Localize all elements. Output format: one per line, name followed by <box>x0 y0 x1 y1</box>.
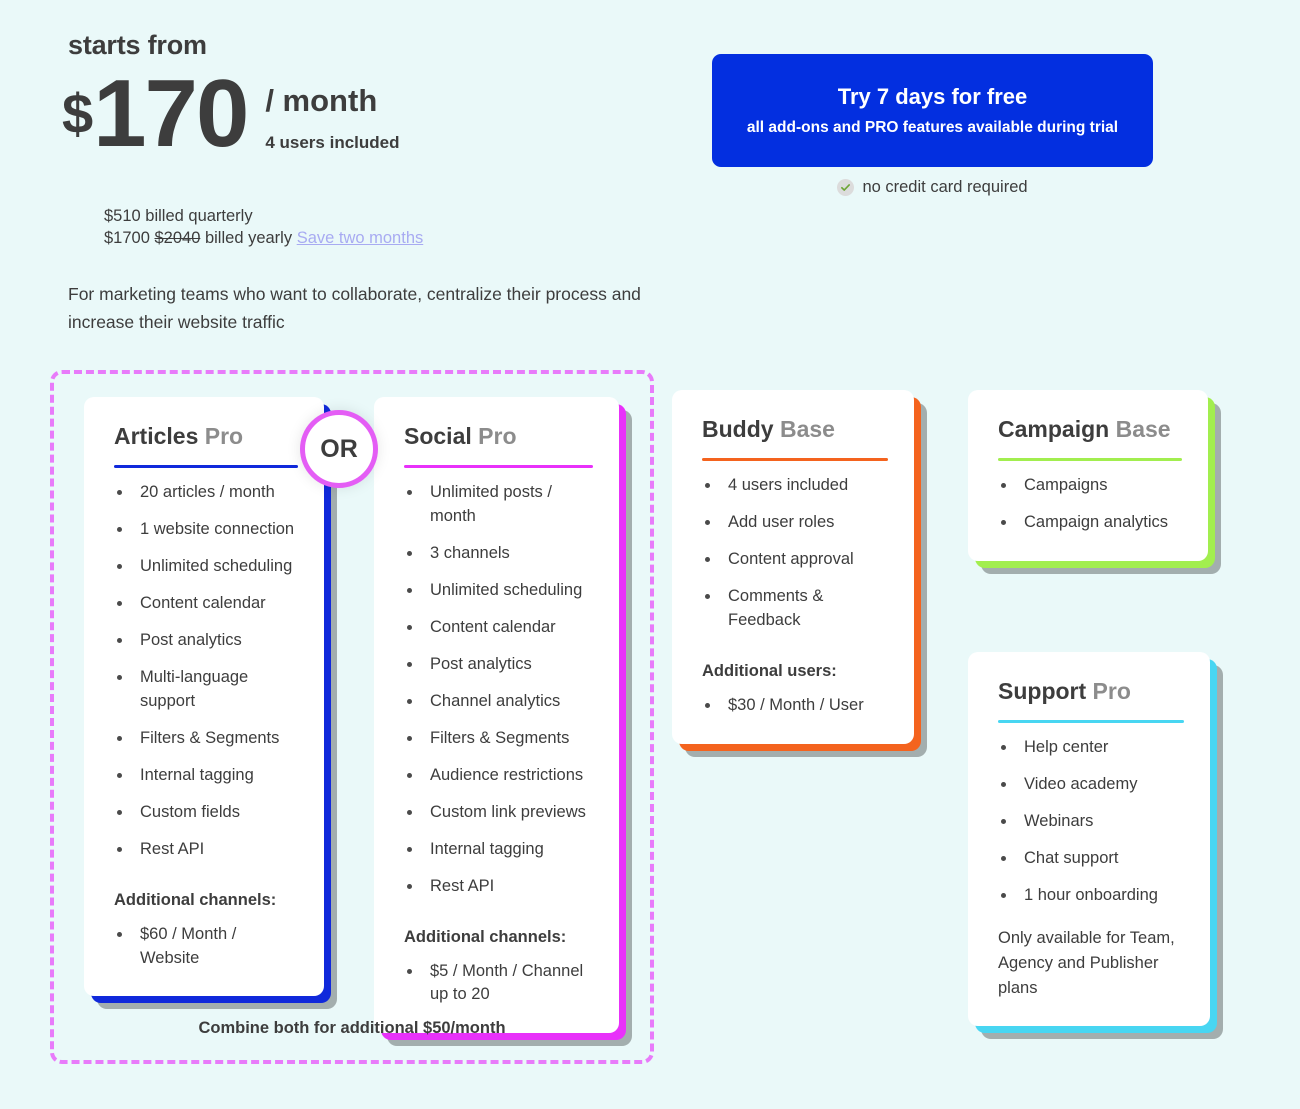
list-item: Help center <box>998 736 1184 760</box>
list-item: Campaigns <box>998 474 1182 498</box>
billing-options: $510 billed quarterly $1700 $2040 billed… <box>104 206 423 250</box>
list-item: Comments & Feedback <box>702 585 888 633</box>
list-item: Chat support <box>998 847 1184 871</box>
list-item: Custom link previews <box>404 801 593 825</box>
try-free-button[interactable]: Try 7 days for free all add-ons and PRO … <box>712 54 1153 167</box>
plan-card-social-title: Social Pro <box>404 423 593 449</box>
plan-tier: Pro <box>1092 678 1131 704</box>
save-two-months-link[interactable]: Save two months <box>297 229 424 247</box>
list-item: Add user roles <box>702 511 888 535</box>
price-details: / month 4 users included <box>265 83 400 153</box>
plan-extra-list: $60 / Month / Website <box>114 923 298 971</box>
plan-card-campaign-title: Campaign Base <box>998 416 1182 442</box>
list-item: Content approval <box>702 548 888 572</box>
or-label: OR <box>320 434 358 463</box>
plan-accent-rule <box>998 458 1182 462</box>
users-included-label: 4 users included <box>265 133 400 153</box>
plan-subhead: Additional channels: <box>114 890 277 909</box>
no-credit-card-label: no credit card required <box>862 178 1028 196</box>
plan-card-articles-title: Articles Pro <box>114 423 298 449</box>
plan-name: Social <box>404 423 472 449</box>
plan-extra-list: $30 / Month / User <box>702 694 888 718</box>
list-item: 1 website connection <box>114 518 298 542</box>
plan-name: Campaign <box>998 416 1110 442</box>
list-item: 4 users included <box>702 474 888 498</box>
plan-card-articles[interactable]: Articles Pro 20 articles / month 1 websi… <box>84 397 324 997</box>
try-free-subtitle: all add-ons and PRO features available d… <box>746 119 1119 136</box>
plan-subhead: Additional users: <box>702 662 837 681</box>
plan-tier: Pro <box>478 423 517 449</box>
list-item: Filters & Segments <box>114 727 298 751</box>
billing-yearly-suffix: billed yearly <box>204 228 293 247</box>
plan-name: Buddy <box>702 416 774 442</box>
price-block: $ 170 / month 4 users included <box>62 60 400 167</box>
check-circle-icon <box>837 179 855 196</box>
plan-tagline: For marketing teams who want to collabor… <box>68 284 641 333</box>
pricing-header: starts from $ 170 / month 4 users includ… <box>0 0 1300 360</box>
plan-accent-rule <box>702 458 888 462</box>
list-item: Filters & Segments <box>404 727 593 751</box>
list-item: Webinars <box>998 810 1184 834</box>
list-item: Content calendar <box>404 616 593 640</box>
list-item: Custom fields <box>114 801 298 825</box>
plan-feature-list: Campaigns Campaign analytics <box>998 474 1182 535</box>
list-item: Video academy <box>998 773 1184 797</box>
plan-tier: Pro <box>204 423 244 449</box>
plan-name: Support <box>998 678 1087 704</box>
billing-yearly-price: $1700 <box>104 228 150 247</box>
combine-note: Combine both for additional $50/month <box>198 1019 506 1037</box>
plan-accent-rule <box>404 465 593 469</box>
list-item: $30 / Month / User <box>702 694 888 718</box>
plan-feature-list: 4 users included Add user roles Content … <box>702 474 888 633</box>
list-item: Internal tagging <box>404 838 593 862</box>
plan-subhead: Additional channels: <box>404 927 567 946</box>
or-badge: OR <box>300 410 378 488</box>
list-item: 20 articles / month <box>114 481 298 505</box>
plan-accent-rule <box>114 465 298 469</box>
list-item: Audience restrictions <box>404 764 593 788</box>
list-item: Rest API <box>114 838 298 862</box>
try-free-title: Try 7 days for free <box>837 84 1028 109</box>
plan-availability-note: Only available for Team, Agency and Publ… <box>998 929 1175 997</box>
plan-feature-list: Unlimited posts / month 3 channels Unlim… <box>404 481 593 898</box>
plan-card-social[interactable]: Social Pro Unlimited posts / month 3 cha… <box>374 397 619 1034</box>
list-item: $5 / Month / Channel up to 20 <box>404 960 593 1008</box>
plan-tier: Base <box>779 416 835 442</box>
combine-plans-group: Articles Pro 20 articles / month 1 websi… <box>50 370 654 1064</box>
list-item: Post analytics <box>404 653 593 677</box>
list-item: Unlimited scheduling <box>404 579 593 603</box>
list-item: Unlimited scheduling <box>114 555 298 579</box>
plan-card-buddy-title: Buddy Base <box>702 416 888 442</box>
list-item: $60 / Month / Website <box>114 923 298 971</box>
list-item: Multi-language support <box>114 666 298 714</box>
starts-from-label: starts from <box>68 30 207 60</box>
list-item: Post analytics <box>114 629 298 653</box>
list-item: Campaign analytics <box>998 511 1182 535</box>
list-item: Unlimited posts / month <box>404 481 593 529</box>
plan-feature-list: 20 articles / month 1 website connection… <box>114 481 298 861</box>
plan-card-support[interactable]: Support Pro Help center Video academy We… <box>968 652 1210 1027</box>
price-period: / month <box>265 83 378 118</box>
list-item: Internal tagging <box>114 764 298 788</box>
plan-card-buddy[interactable]: Buddy Base 4 users included Add user rol… <box>672 390 914 744</box>
list-item: Channel analytics <box>404 690 593 714</box>
plan-extra-list: $5 / Month / Channel up to 20 <box>404 960 593 1008</box>
billing-yearly-old-price: $2040 <box>154 228 201 247</box>
billing-quarterly: $510 billed quarterly <box>104 207 253 225</box>
list-item: Content calendar <box>114 592 298 616</box>
billing-yearly: $1700 $2040 billed yearly Save two month… <box>104 228 423 250</box>
price-amount: 170 <box>93 60 249 167</box>
no-credit-card-note: no credit card required <box>712 178 1153 197</box>
plan-name: Articles <box>114 423 199 449</box>
price-currency: $ <box>62 82 94 145</box>
list-item: 1 hour onboarding <box>998 884 1184 908</box>
plan-accent-rule <box>998 720 1184 724</box>
plan-card-support-title: Support Pro <box>998 678 1184 704</box>
plan-card-campaign[interactable]: Campaign Base Campaigns Campaign analyti… <box>968 390 1208 562</box>
plan-feature-list: Help center Video academy Webinars Chat … <box>998 736 1184 908</box>
plan-tier: Base <box>1115 416 1171 442</box>
list-item: Rest API <box>404 875 593 899</box>
list-item: 3 channels <box>404 542 593 566</box>
